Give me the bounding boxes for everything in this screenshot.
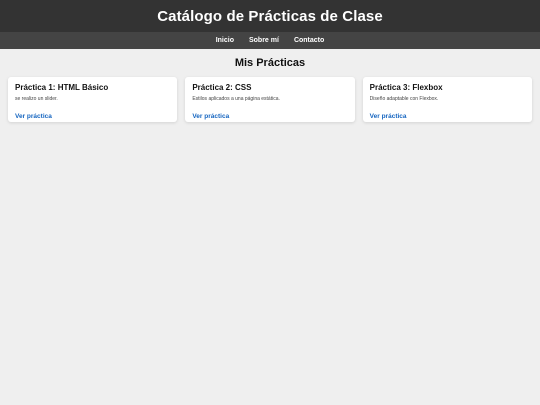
card-description: Estilos aplicados a una página estática. — [192, 96, 280, 102]
site-header: Catálogo de Prácticas de Clase — [0, 0, 540, 32]
practice-card: Práctica 2: CSS Estilos aplicados a una … — [185, 77, 355, 122]
section-title: Mis Prácticas — [234, 57, 306, 69]
card-description: se realizo un slider. — [15, 96, 58, 102]
practice-cards: Práctica 1: HTML Básico se realizo un sl… — [0, 69, 540, 122]
page-title: Catálogo de Prácticas de Clase — [157, 7, 383, 25]
view-practice-link[interactable]: Ver práctica — [192, 113, 229, 120]
card-title: Práctica 2: CSS — [192, 83, 252, 92]
card-title: Práctica 1: HTML Básico — [15, 83, 109, 92]
view-practice-link[interactable]: Ver práctica — [15, 113, 52, 120]
nav-link-inicio[interactable]: Inicio — [216, 37, 234, 44]
main-nav: Inicio Sobre mí Contacto — [0, 32, 540, 49]
practice-card: Práctica 1: HTML Básico se realizo un sl… — [8, 77, 178, 122]
nav-link-contacto[interactable]: Contacto — [294, 37, 324, 44]
card-title: Práctica 3: Flexbox — [369, 83, 443, 92]
view-practice-link[interactable]: Ver práctica — [370, 113, 407, 120]
card-description: Diseño adaptable con Flexbox. — [369, 96, 439, 102]
practice-card: Práctica 3: Flexbox Diseño adaptable con… — [362, 77, 532, 122]
nav-link-sobre-mi[interactable]: Sobre mí — [249, 37, 279, 44]
main-content: Mis Prácticas Práctica 1: HTML Básico se… — [0, 49, 540, 122]
